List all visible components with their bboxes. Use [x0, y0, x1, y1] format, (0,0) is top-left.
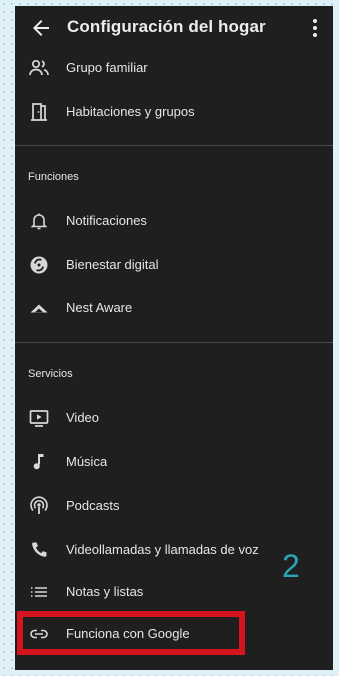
highlight-box-annotation — [17, 611, 245, 655]
family-group-icon — [29, 59, 49, 76]
section-header-funciones: Funciones — [28, 171, 79, 183]
video-icon — [29, 410, 49, 427]
door-icon — [31, 103, 47, 121]
phone-icon — [32, 542, 47, 557]
section-header-servicios: Servicios — [28, 368, 73, 380]
list-item-musica[interactable]: Música — [15, 442, 333, 482]
app-bar: Configuración del hogar — [15, 6, 333, 50]
list-item-habitaciones[interactable]: Habitaciones y grupos — [15, 92, 333, 132]
list-item-bienestar-digital[interactable]: Bienestar digital — [15, 245, 333, 285]
list-item-label: Grupo familiar — [66, 60, 148, 75]
list-item-nest-aware[interactable]: Nest Aware — [15, 288, 333, 328]
list-item-notificaciones[interactable]: Notificaciones — [15, 201, 333, 241]
nest-aware-icon — [30, 304, 48, 313]
page-title: Configuración del hogar — [67, 17, 266, 36]
more-vert-icon[interactable] — [303, 16, 327, 40]
list-item-label: Habitaciones y grupos — [66, 104, 195, 119]
list-item-podcasts[interactable]: Podcasts — [15, 486, 333, 526]
list-item-video[interactable]: Video — [15, 398, 333, 438]
list-item-label: Video — [66, 410, 100, 425]
list-item-grupo-familiar[interactable]: Grupo familiar — [15, 48, 333, 88]
divider — [15, 342, 333, 343]
step-number-annotation: 2 — [282, 548, 300, 584]
digital-wellbeing-icon — [30, 256, 48, 274]
list-item-label: Nest Aware — [66, 300, 133, 315]
list-item-label: Bienestar digital — [66, 257, 159, 272]
bell-icon — [30, 213, 48, 230]
list-item-label: Notas y listas — [66, 584, 144, 599]
list-item-label: Podcasts — [66, 498, 120, 513]
music-note-icon — [33, 454, 44, 470]
list-item-label: Música — [66, 454, 108, 469]
arrow-back-icon[interactable] — [29, 16, 53, 40]
divider — [15, 145, 333, 146]
list-item-label: Videollamadas y llamadas de voz — [66, 542, 259, 557]
list-item-label: Notificaciones — [66, 213, 147, 228]
podcast-icon — [30, 496, 48, 514]
list-icon — [31, 587, 47, 597]
